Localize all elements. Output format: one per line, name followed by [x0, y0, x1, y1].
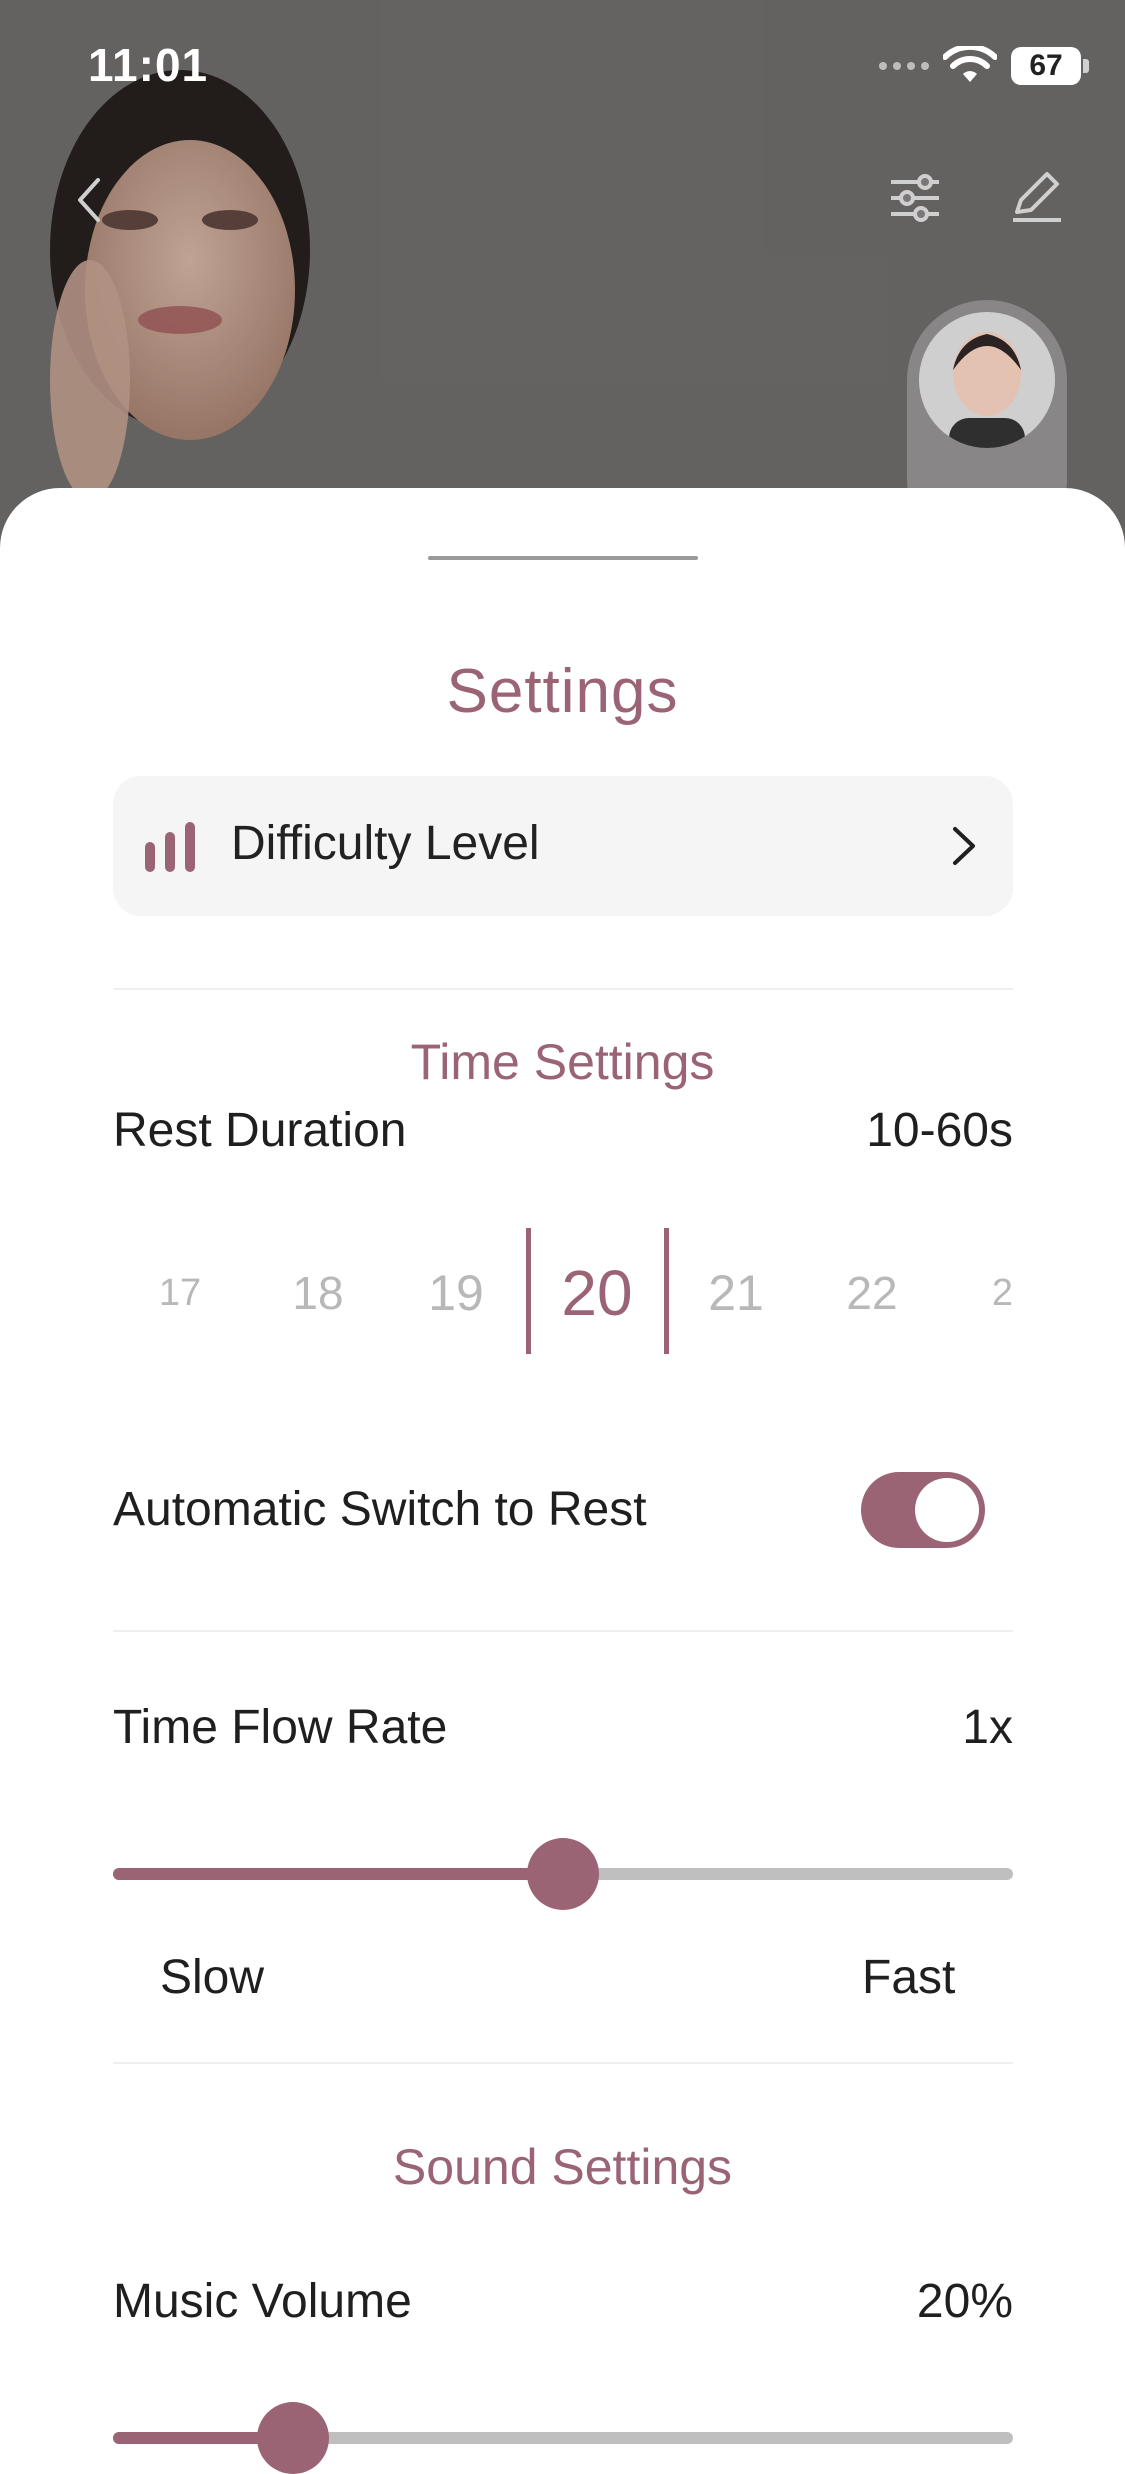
music-volume-value: 20%	[916, 2275, 1013, 2328]
picker-selection-right	[664, 1228, 669, 1354]
music-volume-slider[interactable]	[113, 2402, 1013, 2474]
rest-duration-picker[interactable]: 17 18 19 20 21 22 23	[113, 1228, 1013, 1358]
wifi-icon	[943, 46, 997, 82]
divider	[113, 2062, 1013, 2064]
sheet-title: Settings	[446, 657, 679, 726]
picker-value[interactable]: 23	[963, 1228, 1013, 1358]
auto-switch-toggle[interactable]	[861, 1472, 985, 1548]
rest-duration-label: Rest Duration	[113, 1104, 407, 1157]
signal-icon	[879, 62, 929, 70]
music-volume-label: Music Volume	[113, 2275, 412, 2328]
time-flow-rate-label: Time Flow Rate	[113, 1701, 448, 1754]
status-right: 67	[879, 46, 1089, 86]
chevron-left-icon[interactable]	[70, 170, 110, 230]
picker-selected-value[interactable]: 20	[547, 1228, 647, 1358]
picker-value[interactable]: 22	[822, 1228, 922, 1358]
time-settings-title: Time Settings	[410, 1034, 715, 1090]
status-time: 11:01	[88, 39, 209, 91]
top-actions	[0, 160, 1125, 222]
divider	[113, 988, 1013, 990]
chevron-right-icon	[953, 827, 975, 865]
difficulty-level-label: Difficulty Level	[231, 817, 540, 870]
settings-sheet: Settings Difficulty Level Time Settings …	[0, 488, 1125, 2474]
picker-value[interactable]: 18	[268, 1228, 368, 1358]
toggle-knob	[915, 1478, 979, 1542]
difficulty-level-row[interactable]: Difficulty Level	[113, 776, 1013, 916]
slider-fill	[113, 1868, 563, 1880]
sheet-handle[interactable]	[428, 556, 698, 560]
slow-label: Slow	[160, 1951, 265, 2004]
time-flow-slider[interactable]	[113, 1838, 1013, 1910]
filter-icon[interactable]	[885, 168, 945, 228]
auto-switch-label: Automatic Switch to Rest	[113, 1483, 647, 1536]
picker-value[interactable]: 19	[406, 1228, 506, 1358]
status-bar: 11:01 67	[0, 0, 1125, 140]
picker-value[interactable]: 17	[130, 1228, 230, 1358]
edit-icon[interactable]	[1007, 166, 1067, 226]
fast-label: Fast	[862, 1951, 956, 2004]
bars-icon	[145, 822, 195, 872]
divider	[113, 1630, 1013, 1632]
avatar-image	[919, 312, 1055, 448]
time-flow-rate-value: 1x	[962, 1701, 1013, 1754]
slider-thumb[interactable]	[527, 1838, 599, 1910]
slider-thumb[interactable]	[257, 2402, 329, 2474]
battery-icon: 67	[1011, 47, 1089, 85]
rest-duration-range: 10-60s	[866, 1104, 1013, 1157]
sound-settings-title: Sound Settings	[392, 2139, 733, 2195]
picker-value[interactable]: 21	[686, 1228, 786, 1358]
picker-selection-left	[526, 1228, 531, 1354]
avatar[interactable]	[919, 312, 1055, 448]
